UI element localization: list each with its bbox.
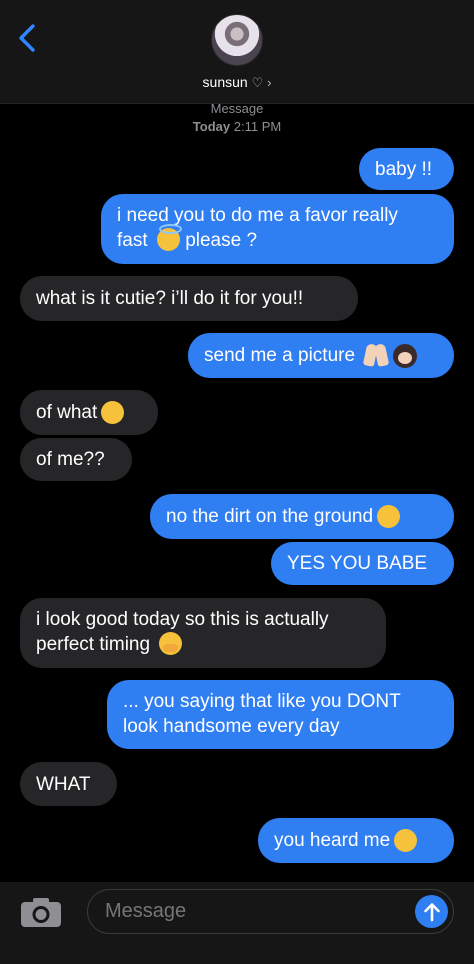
chevron-right-icon: › (267, 75, 272, 90)
message-text-line: i need you to do me a favor really (117, 205, 398, 226)
message-incoming[interactable]: of what (20, 390, 158, 435)
message-outgoing[interactable]: no the dirt on the ground (150, 494, 454, 539)
message-outgoing[interactable]: YES YOU BABE (271, 542, 454, 585)
camera-button[interactable] (20, 896, 62, 928)
neutral-face-icon (377, 505, 401, 528)
folded-hands-icon (363, 344, 389, 368)
heart-icon: ♡ (251, 75, 264, 90)
message-incoming[interactable]: what is it cutie? i’ll do it for you!! (20, 276, 358, 321)
message-incoming[interactable]: of me?? (20, 438, 132, 481)
message-text: send me a picture (204, 345, 356, 366)
smiling-face-with-halo-icon (156, 224, 182, 251)
arrow-up-icon (423, 902, 440, 921)
send-button[interactable] (415, 895, 448, 928)
message-text-part: perfect timing (36, 634, 151, 655)
woman-bowing-icon (393, 343, 418, 368)
chevron-left-icon (19, 24, 35, 52)
message-text-line: ... you saying that like you DONT (123, 691, 401, 712)
face-with-open-eyes-and-hand-over-mouth-icon (159, 632, 183, 655)
message-text: baby !! (375, 158, 433, 180)
message-placeholder: Message (105, 900, 187, 922)
contact-name: sunsun (202, 74, 248, 90)
message-text: YES YOU BABE (287, 553, 428, 574)
timestamp: Today 2:11 PM (0, 119, 474, 134)
message-text: you heard me (274, 830, 391, 851)
message-text-part: fast (117, 230, 148, 251)
message-text: no the dirt on the ground (166, 506, 374, 527)
message-text-line: look handsome every day (123, 716, 340, 737)
message-text-part: please ? (185, 230, 258, 251)
message-outgoing[interactable]: send me a picture (188, 333, 454, 378)
time-label: 2:11 PM (233, 119, 282, 134)
back-button[interactable] (12, 20, 42, 56)
message-text: of what (36, 402, 98, 423)
message-input[interactable]: Message (87, 889, 454, 934)
unamused-face-icon (394, 829, 418, 852)
composer-bar: Message (0, 882, 474, 964)
message-outgoing[interactable]: i need you to do me a favor really fast … (101, 194, 454, 264)
message-text-line: i look good today so this is actually (36, 609, 329, 630)
contact-avatar[interactable] (211, 14, 263, 66)
message-text: of me?? (36, 449, 105, 470)
message-outgoing[interactable]: you heard me (258, 818, 454, 863)
message-outgoing[interactable]: baby !! (359, 148, 454, 190)
contact-name-row[interactable]: sunsun ♡ › (0, 74, 474, 91)
message-text: WHAT (36, 773, 91, 795)
service-label: Message (210, 101, 264, 116)
face-with-raised-eyebrow-icon (101, 401, 125, 424)
camera-icon (21, 898, 61, 927)
message-text: what is it cutie? i’ll do it for you!! (36, 288, 304, 309)
message-incoming[interactable]: WHAT (20, 762, 117, 806)
date-label: Today (192, 119, 231, 134)
message-incoming[interactable]: i look good today so this is actually pe… (20, 598, 386, 668)
message-outgoing[interactable]: ... you saying that like you DONT look h… (107, 680, 454, 749)
conversation-header: sunsun ♡ › (0, 0, 474, 104)
